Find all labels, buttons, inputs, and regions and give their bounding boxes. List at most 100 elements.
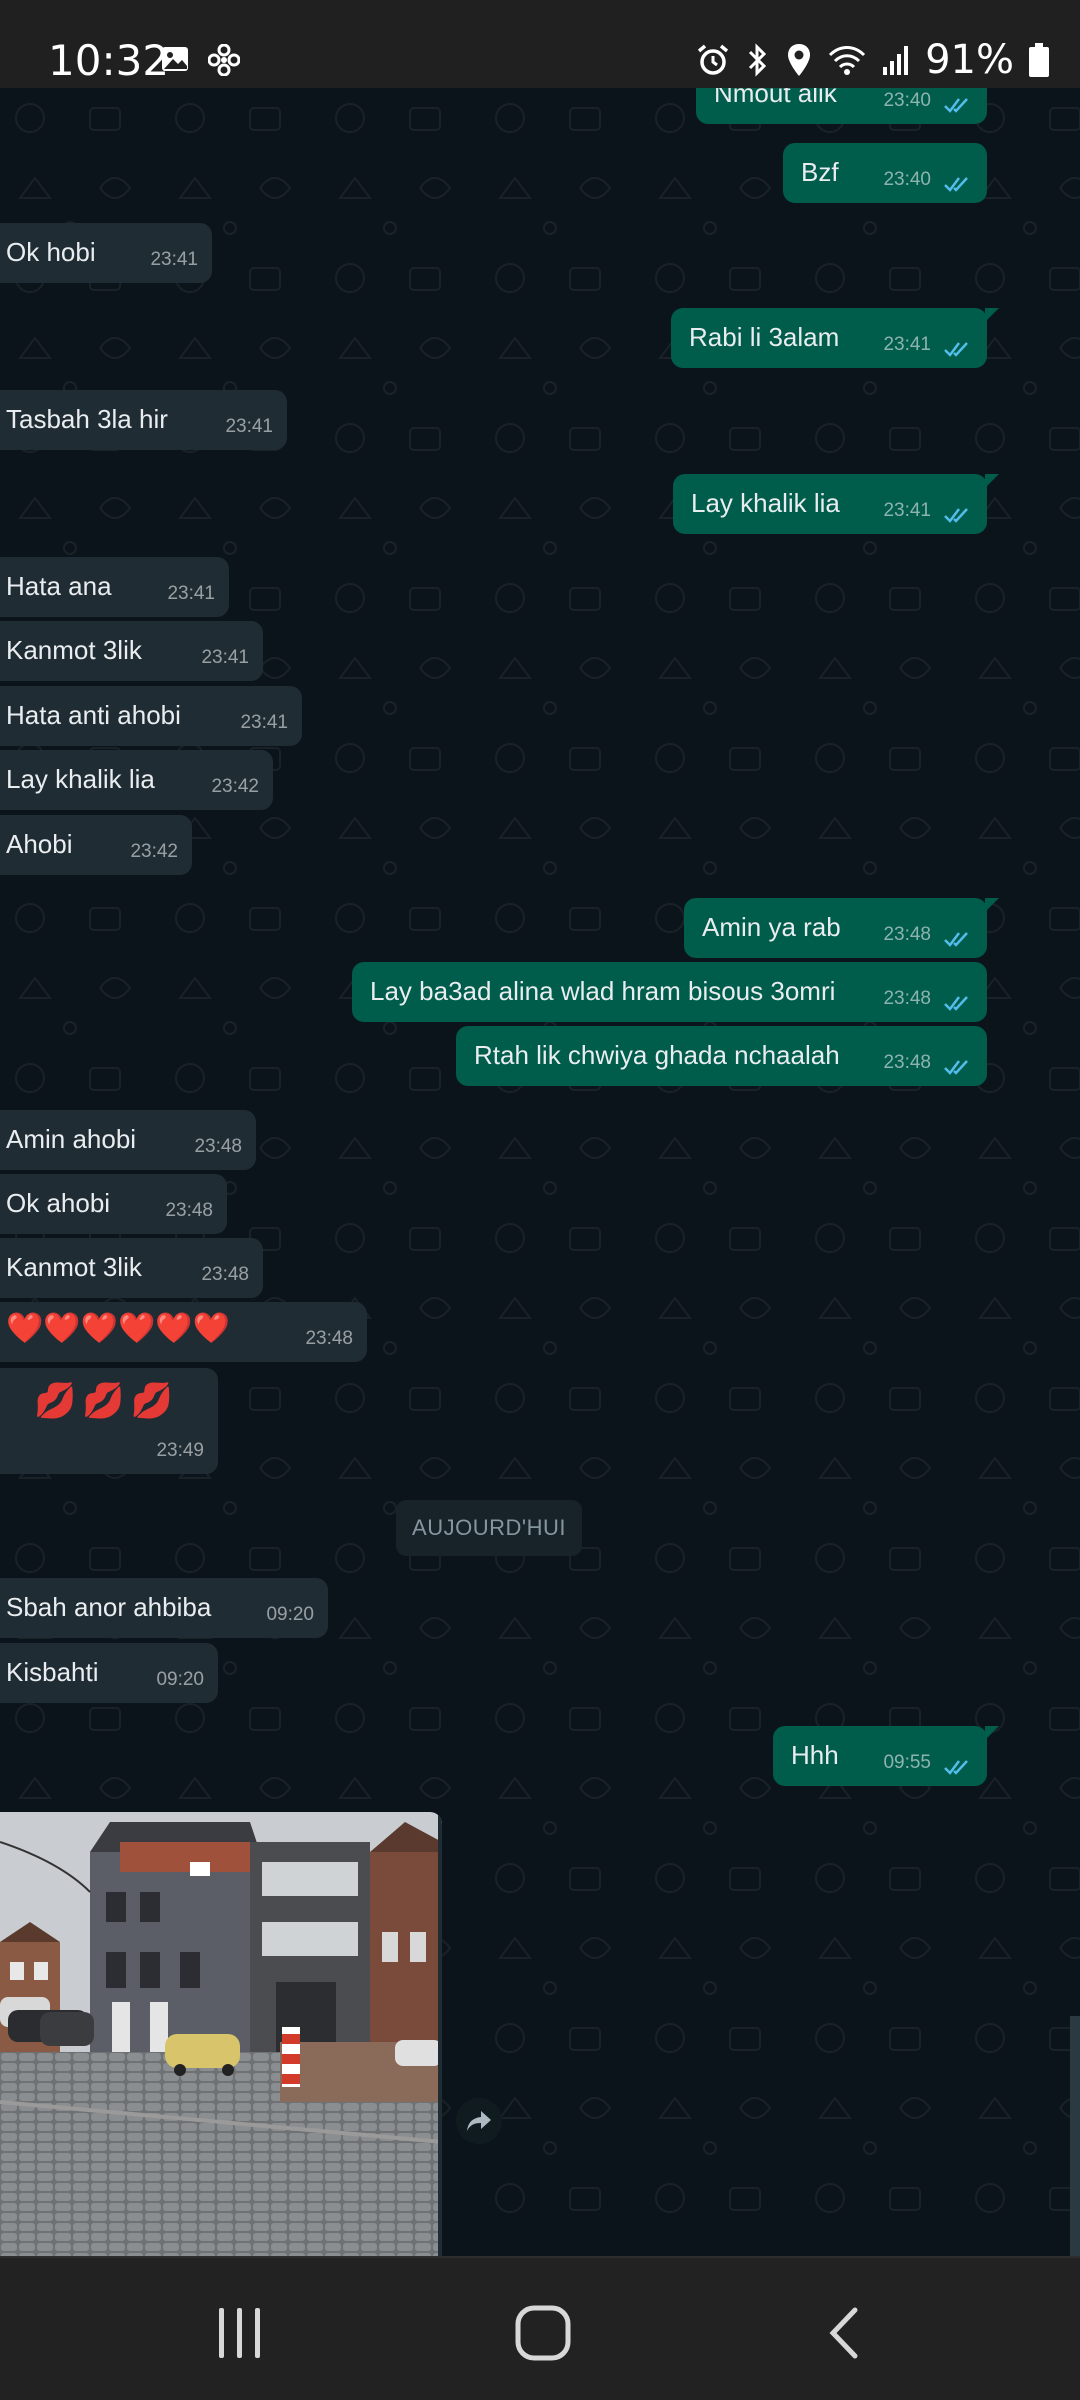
message-text: Rabi li 3alam (689, 322, 840, 352)
location-icon (785, 42, 813, 78)
message-time: 23:41 (167, 583, 215, 604)
gallery-icon (160, 44, 190, 76)
message-bubble-incoming[interactable]: ❤️❤️❤️❤️❤️❤️ 23:48 (0, 1302, 367, 1362)
message-text: Amin ahobi (6, 1124, 137, 1154)
message-bubble-incoming[interactable]: Ok hobi 23:41 (0, 223, 212, 283)
message-time: 23:48 (194, 1136, 242, 1157)
home-button[interactable] (503, 2298, 583, 2368)
message-bubble-incoming[interactable]: Kanmot 3lik 23:48 (0, 1238, 263, 1298)
read-receipt-icon (944, 508, 968, 523)
message-text: Ahobi (6, 829, 73, 859)
scrollbar[interactable] (1070, 2016, 1080, 2256)
message-time: 23:49 (156, 1440, 204, 1461)
recent-apps-icon (219, 2308, 260, 2358)
message-text: Ok hobi (6, 237, 96, 267)
message-text: Rtah lik chwiya ghada nchaalah (474, 1040, 840, 1070)
message-time: 23:41 (150, 249, 198, 270)
message-time: 23:41 (240, 712, 288, 733)
read-receipt-icon (944, 932, 968, 947)
fan-icon (208, 44, 240, 76)
system-navigation-bar (0, 2256, 1080, 2400)
read-receipt-icon (944, 1060, 968, 1075)
message-bubble-incoming[interactable]: Tasbah 3la hir 23:41 (0, 390, 287, 450)
message-emoji-text: ❤️❤️❤️❤️❤️❤️ (6, 1312, 231, 1345)
message-text: Kisbahti (6, 1657, 99, 1687)
battery-percent: 91% (925, 37, 1014, 83)
message-text: Kanmot 3lik (6, 635, 142, 665)
message-text: Bzf (801, 157, 839, 187)
message-time: 23:48 (165, 1200, 213, 1221)
message-bubble-incoming[interactable]: Ahobi 23:42 (0, 815, 192, 875)
whatsapp-chat-screen: 10:32 91% Nmout alik 23:40 Bzf 23:40 Ok … (0, 0, 1080, 2400)
message-bubble-incoming[interactable]: Kanmot 3lik 23:41 (0, 621, 263, 681)
message-time: 09:20 (266, 1604, 314, 1625)
date-divider: AUJOURD'HUI (396, 1500, 582, 1556)
message-text: Ok ahobi (6, 1188, 111, 1218)
back-icon (829, 2307, 858, 2359)
message-bubble-outgoing[interactable]: Lay ba3ad alina wlad hram bisous 3omri 2… (352, 962, 987, 1022)
message-bubble-outgoing[interactable]: Rtah lik chwiya ghada nchaalah 23:48 (456, 1026, 987, 1086)
bluetooth-icon (745, 42, 771, 78)
message-time: 23:48 (883, 988, 931, 1009)
read-receipt-icon (944, 177, 968, 192)
recent-apps-button[interactable] (200, 2298, 280, 2368)
message-bubble-incoming[interactable]: Lay khalik lia 23:42 (0, 750, 273, 810)
alarm-icon (695, 42, 731, 78)
message-text: Sbah anor ahbiba (6, 1592, 212, 1622)
battery-icon (1028, 42, 1050, 78)
forward-button[interactable] (456, 2098, 502, 2144)
wifi-icon (827, 43, 867, 77)
chat-messages-area[interactable]: Nmout alik 23:40 Bzf 23:40 Ok hobi 23:41… (0, 88, 1080, 2256)
forward-icon (467, 2111, 491, 2131)
message-time: 09:55 (883, 1752, 931, 1773)
message-time: 23:42 (130, 841, 178, 862)
message-time: 23:48 (201, 1264, 249, 1285)
message-text: Hhh (791, 1740, 839, 1770)
message-time: 23:41 (225, 416, 273, 437)
read-receipt-icon (944, 996, 968, 1011)
read-receipt-icon (944, 98, 968, 113)
message-time: 23:48 (305, 1328, 353, 1349)
message-bubble-incoming[interactable]: Kisbahti 09:20 (0, 1643, 218, 1703)
message-time: 23:41 (201, 647, 249, 668)
status-bar: 10:32 91% (0, 0, 1080, 88)
message-bubble-outgoing[interactable]: Nmout alik 23:40 (696, 88, 987, 124)
message-text: Hata anti ahobi (6, 700, 181, 730)
message-time: 09:20 (156, 1669, 204, 1690)
message-time: 23:41 (883, 334, 931, 355)
message-bubble-incoming[interactable]: Sbah anor ahbiba 09:20 (0, 1578, 328, 1638)
status-time: 10:32 (48, 36, 170, 85)
message-bubble-incoming[interactable]: Hata anti ahobi 23:41 (0, 686, 302, 746)
message-text: Lay khalik lia (6, 764, 155, 794)
message-time: 23:41 (883, 500, 931, 521)
message-time: 23:48 (883, 924, 931, 945)
message-bubble-incoming[interactable]: Amin ahobi 23:48 (0, 1110, 256, 1170)
message-bubble-incoming[interactable]: Hata ana 23:41 (0, 557, 229, 617)
message-time: 23:40 (883, 90, 931, 111)
message-time: 23:42 (211, 776, 259, 797)
street-photo[interactable] (0, 1812, 442, 2256)
message-bubble-incoming[interactable]: 💋💋💋 23:49 (0, 1368, 218, 1474)
message-bubble-outgoing[interactable]: Amin ya rab 23:48 (684, 898, 999, 958)
message-text: Hata ana (6, 571, 112, 601)
message-text: Lay ba3ad alina wlad hram bisous 3omri (370, 976, 836, 1006)
read-receipt-icon (944, 1760, 968, 1775)
read-receipt-icon (944, 342, 968, 357)
message-text: Kanmot 3lik (6, 1252, 142, 1282)
message-bubble-outgoing[interactable]: Lay khalik lia 23:41 (673, 474, 999, 534)
message-bubble-outgoing[interactable]: Rabi li 3alam 23:41 (671, 308, 999, 368)
message-text: Amin ya rab (702, 912, 841, 942)
photo-message[interactable] (0, 1812, 442, 2256)
message-bubble-outgoing[interactable]: Hhh 09:55 (773, 1726, 999, 1786)
message-time: 23:48 (883, 1052, 931, 1073)
message-text: Tasbah 3la hir (6, 404, 168, 434)
message-bubble-outgoing[interactable]: Bzf 23:40 (783, 143, 987, 203)
signal-icon (881, 43, 911, 77)
back-button[interactable] (805, 2298, 885, 2368)
message-text: Nmout alik (714, 88, 837, 108)
home-icon (515, 2305, 571, 2361)
message-time: 23:40 (883, 169, 931, 190)
message-text: Lay khalik lia (691, 488, 840, 518)
message-bubble-incoming[interactable]: Ok ahobi 23:48 (0, 1174, 227, 1234)
message-emoji-text: 💋💋💋 (34, 1382, 180, 1420)
